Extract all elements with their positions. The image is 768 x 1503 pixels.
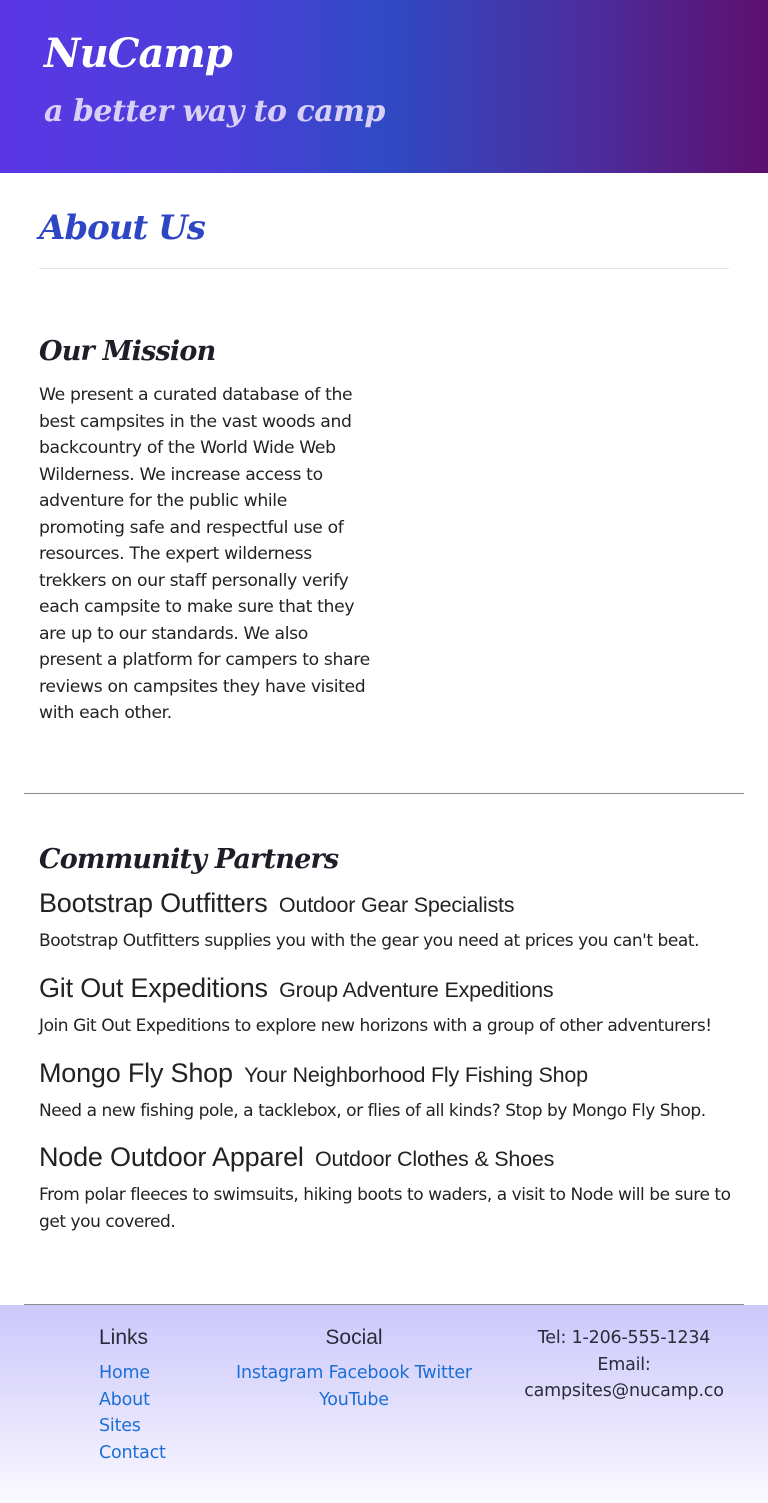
partner-item: Bootstrap Outfitters Outdoor Gear Specia… — [39, 888, 739, 955]
title-divider — [39, 268, 729, 269]
social-link-instagram[interactable]: Instagram — [236, 1363, 323, 1383]
partner-title: Mongo Fly Shop Your Neighborhood Fly Fis… — [39, 1058, 739, 1089]
contact-email[interactable]: campsites@nucamp.co — [520, 1378, 728, 1405]
partner-name: Mongo Fly Shop — [39, 1058, 233, 1088]
page-title: About Us — [39, 208, 206, 248]
contact-email-label: Email: — [597, 1354, 651, 1375]
brand-title: NuCamp — [44, 30, 233, 77]
partner-name: Git Out Expeditions — [39, 973, 268, 1003]
partner-item: Node Outdoor Apparel Outdoor Clothes & S… — [39, 1142, 739, 1235]
mission-heading: Our Mission — [39, 336, 216, 367]
partner-item: Mongo Fly Shop Your Neighborhood Fly Fis… — [39, 1058, 739, 1125]
site-footer: Links Home About Sites Contact Social In… — [0, 1305, 768, 1503]
section-divider — [24, 793, 744, 794]
partner-tagline: Your Neighborhood Fly Fishing Shop — [244, 1063, 588, 1087]
partner-item: Git Out Expeditions Group Adventure Expe… — [39, 973, 739, 1040]
footer-contact: Tel: 1-206-555-1234 Email: campsites@nuc… — [520, 1325, 728, 1405]
partner-title: Node Outdoor Apparel Outdoor Clothes & S… — [39, 1142, 739, 1173]
footer-link-about[interactable]: About — [99, 1387, 166, 1414]
partners-heading: Community Partners — [39, 844, 339, 875]
footer-link-home[interactable]: Home — [99, 1360, 166, 1387]
partner-name: Bootstrap Outfitters — [39, 888, 268, 918]
brand-tagline: a better way to camp — [44, 94, 385, 129]
partner-description: Need a new fishing pole, a tacklebox, or… — [39, 1101, 706, 1121]
partner-tagline: Group Adventure Expeditions — [279, 978, 554, 1002]
partner-tagline: Outdoor Gear Specialists — [278, 893, 515, 917]
footer-links-list: Home About Sites Contact — [99, 1360, 166, 1466]
social-link-facebook[interactable]: Facebook — [329, 1363, 410, 1383]
footer-link-sites[interactable]: Sites — [99, 1413, 166, 1440]
partner-description: Join Git Out Expeditions to explore new … — [39, 1016, 712, 1036]
partner-title: Git Out Expeditions Group Adventure Expe… — [39, 973, 739, 1004]
partner-name: Node Outdoor Apparel — [39, 1142, 304, 1172]
social-link-twitter[interactable]: Twitter — [415, 1363, 472, 1383]
social-link-youtube[interactable]: YouTube — [319, 1390, 389, 1410]
header-jumbotron: NuCamp a better way to camp — [0, 0, 768, 173]
partner-title: Bootstrap Outfitters Outdoor Gear Specia… — [39, 888, 739, 919]
partner-description: Bootstrap Outfitters supplies you with t… — [39, 931, 700, 951]
partner-description: From polar fleeces to swimsuits, hiking … — [39, 1185, 731, 1232]
contact-phone[interactable]: Tel: 1-206-555-1234 — [520, 1325, 728, 1352]
footer-link-contact[interactable]: Contact — [99, 1440, 166, 1467]
mission-text: We present a curated database of the bes… — [39, 385, 370, 723]
partner-tagline: Outdoor Clothes & Shoes — [315, 1147, 555, 1171]
footer-social-list: Instagram Facebook Twitter YouTube — [230, 1360, 478, 1413]
